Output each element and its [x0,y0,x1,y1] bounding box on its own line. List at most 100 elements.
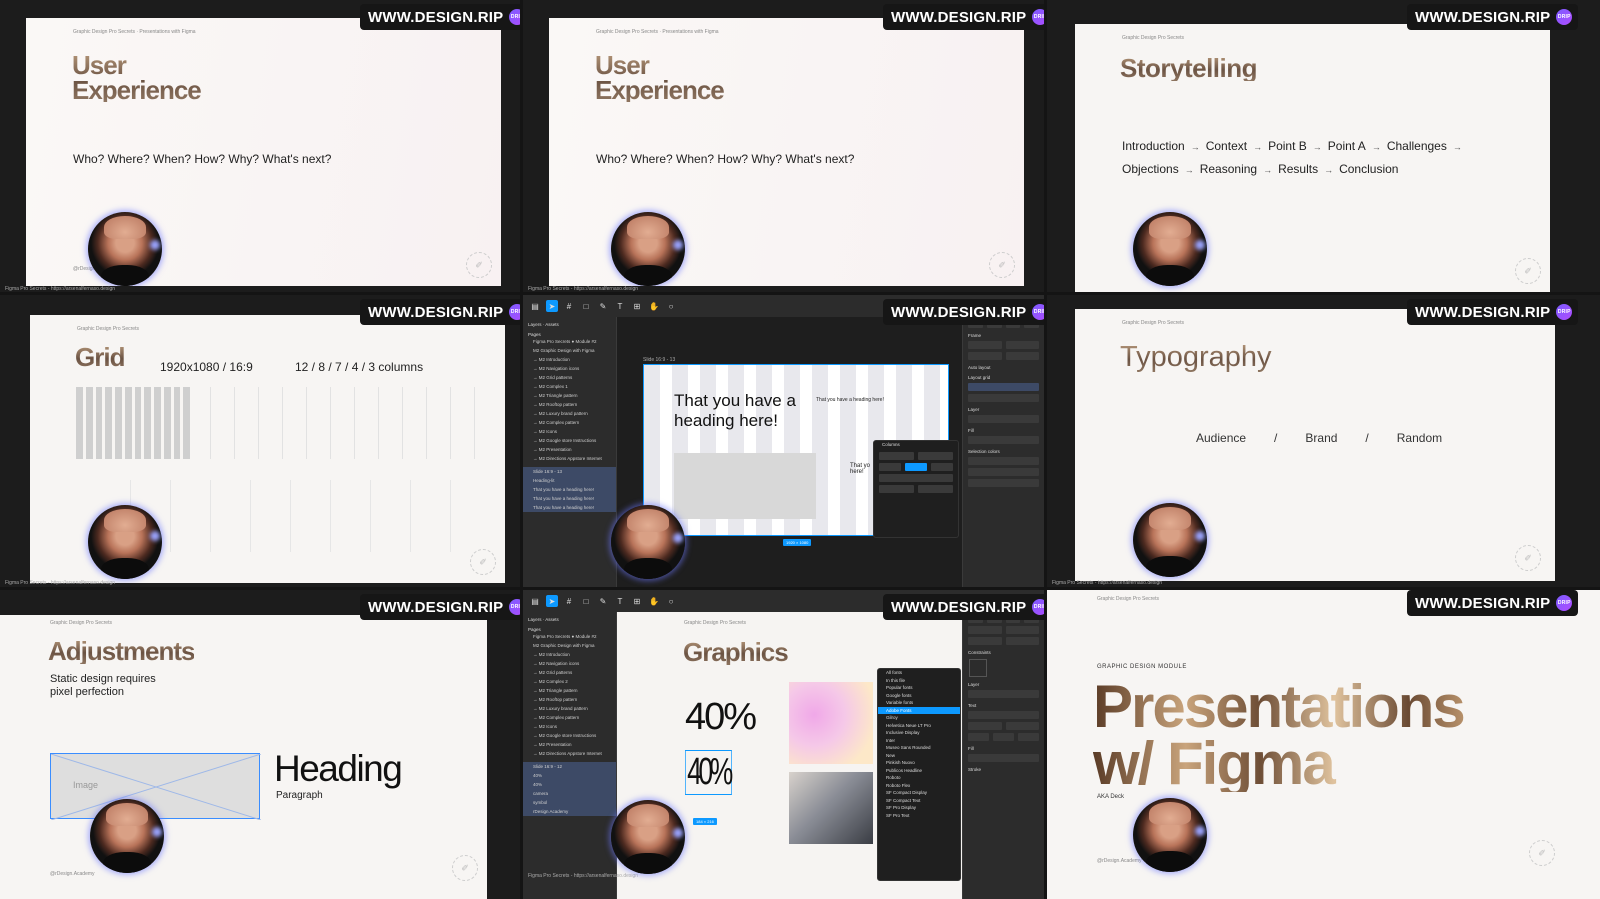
font-option[interactable]: Publicos Headline [878,767,960,775]
page-item[interactable]: → M2 Google store Instructions [523,731,616,740]
thumbnail-figma-editor-grid[interactable]: ▤ ➤ # □ ✎ T ⊞ ✋ ○ Layers · Assets Pages … [523,295,1044,587]
constraints-widget[interactable] [969,659,987,677]
page-item[interactable]: → M2 Icons [523,722,616,731]
move-tool-icon[interactable]: ➤ [546,300,558,312]
thumbnail-adjustments[interactable]: Graphic Design Pro Secrets Adjustments S… [0,590,520,899]
font-option[interactable]: SF Compact Display [878,789,960,797]
pen-tool-icon[interactable]: ✎ [597,595,609,607]
page-item[interactable]: → M2 Luxury brand pattern [523,704,616,713]
font-source-selected[interactable]: Adobe Fonts [878,706,960,714]
font-option[interactable]: Gilroy [878,714,960,722]
font-picker-dropdown[interactable]: All fonts In this file Popular fonts Google… [877,668,961,881]
font-option[interactable]: Pinkish Nuovo [878,759,960,767]
hand-tool-icon[interactable]: ✋ [648,595,660,607]
layer-item[interactable]: 40% [523,780,616,789]
resources-icon[interactable]: ⊞ [631,300,643,312]
shape-tool-icon[interactable]: □ [580,300,592,312]
font-option[interactable]: SF Compact Text [878,797,960,805]
frame-tool-icon[interactable]: # [563,300,575,312]
thumbnail-figma-editor-graphics[interactable]: ▤ ➤ # □ ✎ T ⊞ ✋ ○ Layers · Assets Pages … [523,590,1044,899]
comment-icon[interactable]: ○ [665,300,677,312]
page-item[interactable]: → M2 Introduction [523,650,616,659]
text-tool-icon[interactable]: T [614,595,626,607]
page-item[interactable]: → M2 Complex 2 [523,677,616,686]
page-item[interactable]: → M2 Rooftop pattern [523,695,616,704]
thumbnail-user-experience-2[interactable]: Graphic Design Pro Secrets · Presentatio… [523,0,1044,292]
columns-dialog[interactable]: Columns [873,440,959,538]
slide-subtitle: Who? Where? When? How? Why? What's next? [596,152,855,166]
slide-title: Grid [75,342,125,372]
layer-item[interactable]: That you have a heading here! [523,485,616,494]
small-heading[interactable]: That you have a heading here! [816,397,884,403]
thumbnail-grid[interactable]: Graphic Design Pro Secrets Grid 1920x108… [0,295,520,587]
layer-item[interactable]: camera [523,789,616,798]
page-item[interactable]: → M2 Rooftop pattern [523,400,616,409]
page-item[interactable]: → M2 Grid patterns [523,668,616,677]
page-item[interactable]: → M2 Directions Appstore Internet [523,749,616,758]
thumbnail-user-experience-1[interactable]: Graphic Design Pro Secrets · Presentatio… [0,0,520,292]
font-option[interactable]: Inclusive Display [878,729,960,737]
font-filter-option[interactable]: Google fonts [878,692,960,700]
font-option[interactable]: Inter [878,737,960,745]
page-item[interactable]: M2 Graphic Design with Figma [523,641,616,650]
slide-title: User Experience [72,50,201,105]
menu-icon[interactable]: ▤ [529,595,541,607]
page-item[interactable]: → M2 Triangle pattern [523,686,616,695]
page-item[interactable]: → M2 Directions Appstore Internet [523,454,616,463]
font-filter-option[interactable]: In this file [878,677,960,685]
hand-tool-icon[interactable]: ✋ [648,300,660,312]
page-item[interactable]: → M2 Presentation [523,445,616,454]
page-item[interactable]: → M2 Navigation icons [523,659,616,668]
page-item[interactable]: → M2 Presentation [523,740,616,749]
font-filter-option[interactable]: All fonts [878,669,960,677]
page-item[interactable]: → M2 Introduction [523,355,616,364]
layer-item[interactable]: That you have a heading here! [523,494,616,503]
move-tool-icon[interactable]: ➤ [546,595,558,607]
layers-tab[interactable]: Layers · Assets [528,617,611,622]
page-item[interactable]: M2 Graphic Design with Figma [523,346,616,355]
footer-url: Figma Pro Secrets - https://arsenalferna… [1052,580,1163,586]
font-option[interactable]: Roboto Flex [878,782,960,790]
page-item[interactable]: → M2 Navigation icons [523,364,616,373]
pen-tool-icon[interactable]: ✎ [597,300,609,312]
comment-icon[interactable]: ○ [665,595,677,607]
page-item[interactable]: Figma Pro Secrets ● Module #2 [523,337,616,346]
thumbnail-presentations-title[interactable]: Graphic Design Pro Secrets GRAPHIC DESIG… [1047,590,1600,899]
layer-item[interactable]: 40% [523,771,616,780]
menu-icon[interactable]: ▤ [529,300,541,312]
layer-item[interactable]: Heading-lit [523,476,616,485]
text-tool-icon[interactable]: T [614,300,626,312]
font-filter-option[interactable]: Popular fonts [878,684,960,692]
layer-item[interactable]: Slide 16:9 - 12 [523,762,616,771]
page-item[interactable]: → M2 Google store Instructions [523,436,616,445]
frame-tool-icon[interactable]: # [563,595,575,607]
resources-icon[interactable]: ⊞ [631,595,643,607]
page-item[interactable]: → M2 Complex pattern [523,713,616,722]
font-option[interactable]: SF Pro Text [878,812,960,820]
layer-item[interactable]: Slide 16:9 - 13 [523,467,616,476]
font-filter-option[interactable]: Variable fonts [878,699,960,707]
stat-condensed[interactable]: 40% [685,750,733,795]
page-item[interactable]: Figma Pro Secrets ● Module #2 [523,632,616,641]
layer-item[interactable]: symbol [523,798,616,807]
page-item[interactable]: → M2 Icons [523,427,616,436]
font-option[interactable]: Helvetica Neue LT Pro [878,722,960,730]
page-item[interactable]: → M2 Grid patterns [523,373,616,382]
canvas-heading[interactable]: That you have a heading here! [674,391,814,432]
font-option[interactable]: Roboto [878,774,960,782]
layer-item[interactable]: That you have a heading here! [523,503,616,512]
layers-tab[interactable]: Layers · Assets [528,322,611,327]
image-placeholder[interactable]: Image [50,753,261,820]
font-option[interactable]: New [878,752,960,760]
shape-tool-icon[interactable]: □ [580,595,592,607]
page-item[interactable]: → M2 Complex 1 [523,382,616,391]
thumbnail-storytelling[interactable]: Graphic Design Pro Secrets Storytelling … [1047,0,1600,292]
layer-item[interactable]: rDesign Academy [523,807,616,816]
stat-big[interactable]: 40% [685,696,757,739]
font-option[interactable]: SF Pro Display [878,804,960,812]
thumbnail-typography[interactable]: Graphic Design Pro Secrets Typography Au… [1047,295,1600,587]
page-item[interactable]: → M2 Triangle pattern [523,391,616,400]
page-item[interactable]: → M2 Complex pattern [523,418,616,427]
page-item[interactable]: → M2 Luxury brand pattern [523,409,616,418]
font-option[interactable]: Museo Sans Rounded [878,744,960,752]
